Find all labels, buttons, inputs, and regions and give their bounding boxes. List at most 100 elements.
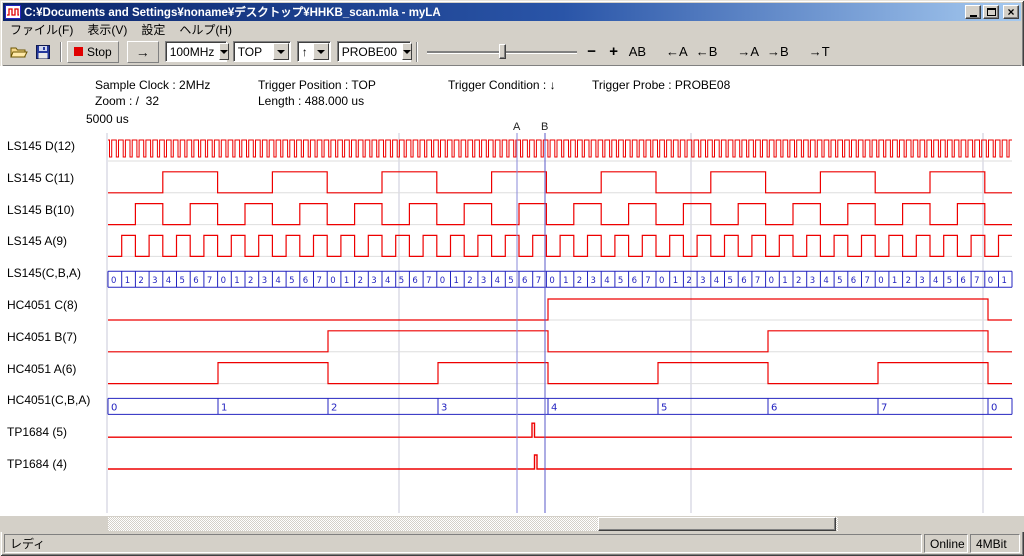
stop-label: Stop bbox=[87, 45, 112, 59]
bus-value: 1 bbox=[125, 276, 130, 286]
bus-value: 0 bbox=[769, 276, 774, 286]
trigger-edge-value: ↑ bbox=[298, 45, 312, 59]
bus-value: 6 bbox=[412, 276, 417, 286]
bus-value: 0 bbox=[111, 402, 117, 413]
move-b-left-button[interactable]: ←B bbox=[692, 41, 722, 63]
move-a-right-button[interactable]: →A bbox=[733, 41, 763, 63]
bus-value: 3 bbox=[481, 276, 486, 286]
bus-value: 1 bbox=[782, 276, 787, 286]
bus-value: 2 bbox=[686, 276, 691, 286]
save-button[interactable] bbox=[31, 41, 55, 63]
bus-value: 1 bbox=[1002, 276, 1007, 286]
bus-value: 5 bbox=[508, 276, 513, 286]
toolbar: Stop → 100MHz TOP ↑ PROBE00 − + AB ←A bbox=[3, 38, 1021, 66]
digital-trace bbox=[108, 235, 1012, 256]
bus-value: 1 bbox=[563, 276, 568, 286]
menu-help[interactable]: ヘルプ(H) bbox=[172, 20, 239, 39]
horizontal-scrollbar[interactable] bbox=[108, 517, 838, 531]
trigger-position-select[interactable]: TOP bbox=[233, 41, 291, 62]
zoom-out-button[interactable]: − bbox=[581, 41, 603, 63]
bus-value: 7 bbox=[207, 276, 212, 286]
bus-value: 0 bbox=[440, 276, 445, 286]
menubar: ファイル(F) 表示(V) 設定 ヘルプ(H) bbox=[3, 21, 1021, 38]
open-folder-icon bbox=[10, 45, 28, 59]
bus-value: 7 bbox=[645, 276, 650, 286]
bus-value: 4 bbox=[275, 276, 280, 286]
bus-value: 5 bbox=[399, 276, 404, 286]
run-arrow-icon: → bbox=[136, 44, 150, 60]
menu-settings[interactable]: 設定 bbox=[134, 20, 172, 39]
bus-value: 6 bbox=[522, 276, 527, 286]
window-controls: × bbox=[965, 5, 1019, 19]
bus-value: 0 bbox=[111, 276, 116, 286]
status-ready: レディ bbox=[4, 534, 922, 553]
bus-value: 5 bbox=[618, 276, 623, 286]
move-a-left-button[interactable]: ←A bbox=[662, 41, 692, 63]
chevron-down-icon[interactable] bbox=[313, 43, 329, 60]
bus-value: 6 bbox=[771, 402, 777, 413]
bus-value: 2 bbox=[358, 276, 363, 286]
scrollbar-row bbox=[0, 516, 1024, 532]
zoom-slider[interactable] bbox=[427, 42, 577, 62]
bus-value: 3 bbox=[919, 276, 924, 286]
chevron-down-icon[interactable] bbox=[219, 43, 229, 60]
bus-value: 0 bbox=[991, 402, 997, 413]
run-button[interactable]: → bbox=[127, 41, 159, 63]
bus-value: 0 bbox=[549, 276, 554, 286]
statusbar: レディ Online 4MBit bbox=[3, 533, 1021, 553]
chevron-down-icon[interactable] bbox=[402, 43, 412, 60]
bus-value: 7 bbox=[865, 276, 870, 286]
bus-value: 5 bbox=[728, 276, 733, 286]
bus-value: 2 bbox=[331, 402, 337, 413]
bus-value: 4 bbox=[714, 276, 719, 286]
menu-view[interactable]: 表示(V) bbox=[80, 20, 134, 39]
bus-value: 4 bbox=[495, 276, 500, 286]
zoom-slider-thumb[interactable] bbox=[499, 44, 506, 59]
bus-value: 4 bbox=[823, 276, 828, 286]
bus-value: 6 bbox=[303, 276, 308, 286]
trigger-edge-select[interactable]: ↑ bbox=[297, 41, 331, 62]
bus-value: 2 bbox=[577, 276, 582, 286]
bus-value: 1 bbox=[221, 402, 227, 413]
chevron-down-icon[interactable] bbox=[273, 43, 289, 60]
waveform-area[interactable]: 0123456701234567012345670123456701234567… bbox=[0, 66, 1024, 516]
bus-value: 3 bbox=[371, 276, 376, 286]
bus-value: 3 bbox=[810, 276, 815, 286]
digital-trace bbox=[108, 299, 1012, 320]
bus-value: 0 bbox=[221, 276, 226, 286]
sample-clock-select[interactable]: 100MHz bbox=[165, 41, 227, 62]
bus-value: 3 bbox=[152, 276, 157, 286]
bus-value: 5 bbox=[947, 276, 952, 286]
stop-button[interactable]: Stop bbox=[67, 41, 119, 63]
minimize-button[interactable] bbox=[965, 5, 981, 19]
bus-value: 6 bbox=[741, 276, 746, 286]
close-button[interactable]: × bbox=[1003, 5, 1019, 19]
horizontal-scrollbar-thumb[interactable] bbox=[598, 517, 836, 531]
ab-cursors-button[interactable]: AB bbox=[625, 41, 650, 63]
menu-file[interactable]: ファイル(F) bbox=[3, 20, 80, 39]
zoom-in-button[interactable]: + bbox=[603, 41, 625, 63]
maximize-button[interactable] bbox=[983, 5, 999, 19]
bus-value: 4 bbox=[385, 276, 390, 286]
bus-value: 6 bbox=[960, 276, 965, 286]
go-to-trigger-button[interactable]: →T bbox=[805, 41, 834, 63]
bus-value: 1 bbox=[673, 276, 678, 286]
bus-value: 3 bbox=[591, 276, 596, 286]
digital-trace bbox=[108, 331, 1012, 352]
bus-value: 4 bbox=[604, 276, 609, 286]
open-button[interactable] bbox=[7, 41, 31, 63]
bus-value: 1 bbox=[892, 276, 897, 286]
bus-value: 7 bbox=[974, 276, 979, 286]
trigger-probe-select[interactable]: PROBE00 bbox=[337, 41, 411, 62]
bus-value: 4 bbox=[551, 402, 557, 413]
bus-value: 2 bbox=[248, 276, 253, 286]
bus-value: 0 bbox=[659, 276, 664, 286]
titlebar[interactable]: C:¥Documents and Settings¥noname¥デスクトップ¥… bbox=[3, 3, 1021, 21]
bus-value: 3 bbox=[700, 276, 705, 286]
trigger-probe-value: PROBE00 bbox=[338, 45, 401, 59]
close-icon: × bbox=[1007, 7, 1014, 18]
cursor-label-b: B bbox=[541, 121, 548, 133]
move-b-right-button[interactable]: →B bbox=[763, 41, 793, 63]
digital-trace bbox=[108, 363, 1012, 384]
bus-value: 3 bbox=[441, 402, 447, 413]
